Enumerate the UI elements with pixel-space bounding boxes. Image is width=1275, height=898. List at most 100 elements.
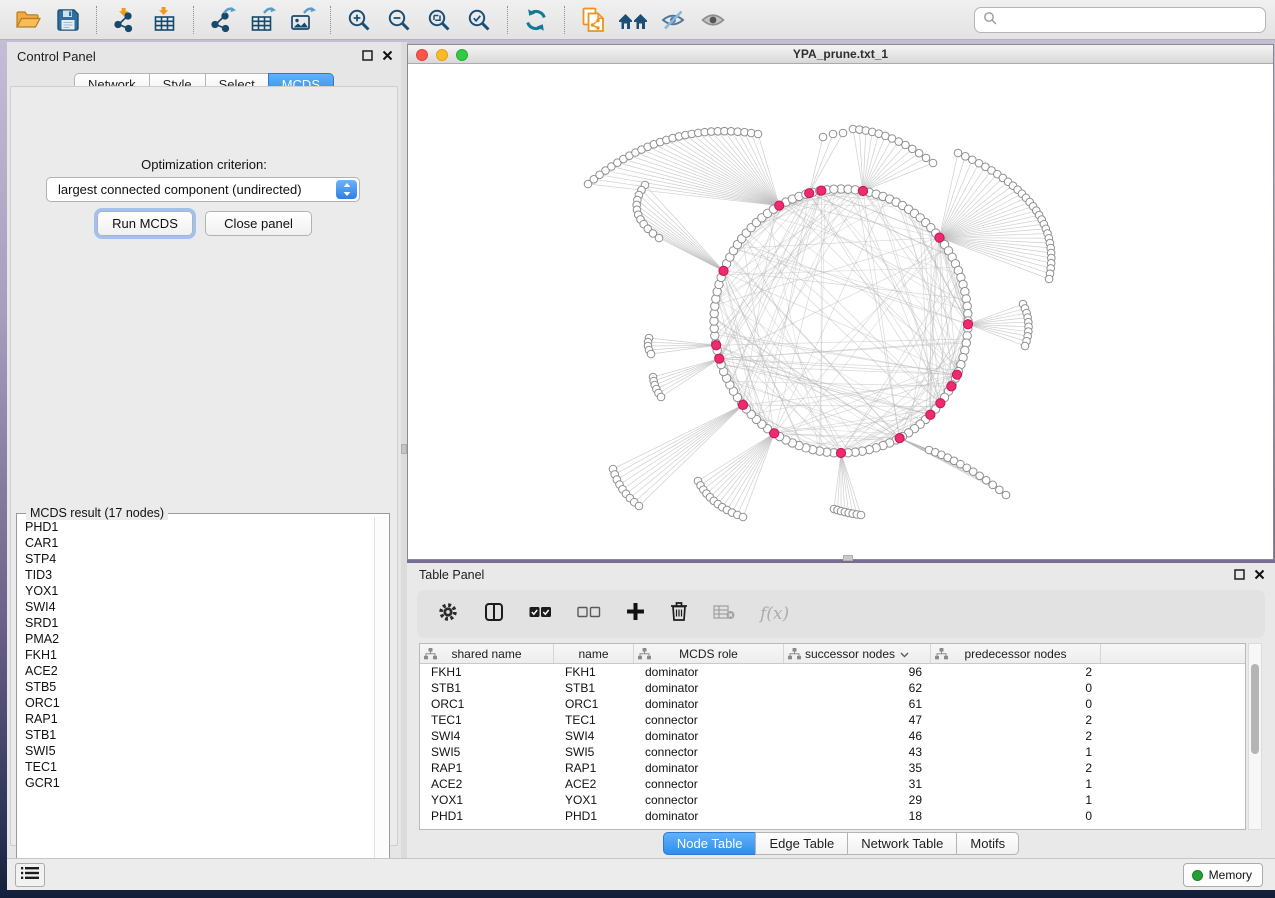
zoom-out-icon[interactable]	[382, 3, 416, 37]
mcds-result-item[interactable]: SWI4	[18, 599, 373, 615]
table-row[interactable]: PHD1PHD1dominator180	[420, 808, 1245, 824]
cell-shared_name: YOX1	[420, 792, 554, 808]
tab-edge-table[interactable]: Edge Table	[755, 832, 848, 855]
table-row[interactable]: STB1STB1dominator620	[420, 680, 1245, 696]
open-folder-icon[interactable]	[11, 3, 45, 37]
add-column-icon[interactable]	[626, 602, 645, 626]
mcds-result-item[interactable]: GCR1	[18, 775, 373, 791]
mcds-result-item[interactable]: TID3	[18, 567, 373, 583]
close-table-panel-icon[interactable]	[1254, 567, 1265, 585]
tab-motifs[interactable]: Motifs	[956, 832, 1019, 855]
select-all-icon[interactable]	[529, 605, 552, 624]
zoom-fit-icon[interactable]	[422, 3, 456, 37]
tab-node-table[interactable]: Node Table	[663, 832, 757, 855]
export-network-icon[interactable]	[205, 3, 239, 37]
mcds-result-item[interactable]: SRD1	[18, 615, 373, 631]
close-panel-button[interactable]: Close panel	[205, 211, 312, 236]
table-row[interactable]: YOX1YOX1connector291	[420, 792, 1245, 808]
cell-shared_name: PHD1	[420, 808, 554, 824]
mcds-result-item[interactable]: ORC1	[18, 695, 373, 711]
table-toolbar: f(x)	[417, 590, 1265, 638]
table-scrollbar[interactable]	[1248, 643, 1262, 830]
cell-mcds_role: connector	[634, 792, 784, 808]
cell-predecessor_nodes: 1	[931, 776, 1101, 792]
mcds-result-item[interactable]: FKH1	[18, 647, 373, 663]
cell-successor_nodes: 31	[784, 776, 931, 792]
cell-successor_nodes: 43	[784, 744, 931, 760]
criterion-select[interactable]: largest connected component (undirected)	[46, 177, 360, 202]
import-network-icon[interactable]	[108, 3, 142, 37]
table-scrollbar-thumb[interactable]	[1251, 664, 1259, 754]
deselect-all-icon[interactable]	[577, 605, 601, 624]
import-table-icon[interactable]	[148, 3, 182, 37]
table-row[interactable]: ACE2ACE2connector311	[420, 776, 1245, 792]
show-all-icon[interactable]	[696, 3, 730, 37]
table-row[interactable]: ORC1ORC1dominator610	[420, 696, 1245, 712]
task-history-button[interactable]	[15, 863, 45, 887]
cell-name: FKH1	[554, 664, 634, 680]
table-row[interactable]: SWI4SWI4dominator462	[420, 728, 1245, 744]
mcds-result-title: MCDS result (17 nodes)	[26, 506, 168, 520]
mcds-result-item[interactable]: YOX1	[18, 583, 373, 599]
function-builder-icon: f(x)	[760, 604, 789, 624]
select-stepper-icon	[336, 180, 357, 199]
mcds-result-item[interactable]: STB1	[18, 727, 373, 743]
mcds-result-item[interactable]: STP4	[18, 551, 373, 567]
column-header-name[interactable]: name	[554, 644, 634, 663]
column-header-mcds_role[interactable]: MCDS role	[634, 644, 784, 663]
mcds-tab-panel: Optimization criterion: largest connecte…	[10, 86, 398, 846]
mcds-result-item[interactable]: PMA2	[18, 631, 373, 647]
toolbar-separator	[564, 6, 565, 34]
zoom-selected-icon[interactable]	[462, 3, 496, 37]
column-header-shared_name[interactable]: shared name	[420, 644, 554, 663]
table-settings-gear-icon[interactable]	[437, 601, 459, 628]
float-table-panel-icon[interactable]	[1234, 567, 1245, 585]
toolbar-separator	[96, 6, 97, 34]
first-neighbors-icon[interactable]	[616, 3, 650, 37]
mcds-result-item[interactable]: RAP1	[18, 711, 373, 727]
network-graph[interactable]	[408, 64, 1273, 559]
cell-shared_name: FKH1	[420, 664, 554, 680]
mcds-list-scrollbar[interactable]	[374, 517, 388, 883]
network-table-splitter[interactable]	[843, 555, 853, 561]
zoom-in-icon[interactable]	[342, 3, 376, 37]
table-row[interactable]: SWI5SWI5connector431	[420, 744, 1245, 760]
show-columns-icon[interactable]	[484, 602, 504, 627]
table-row[interactable]: FKH1FKH1dominator962	[420, 664, 1245, 680]
mcds-result-item[interactable]: STB5	[18, 679, 373, 695]
mcds-result-item[interactable]: TEC1	[18, 759, 373, 775]
refresh-icon[interactable]	[519, 3, 553, 37]
column-header-successor_nodes[interactable]: successor nodes	[784, 644, 931, 663]
duplicate-network-icon[interactable]	[576, 3, 610, 37]
node-table: shared namenameMCDS rolesuccessor nodesp…	[419, 643, 1246, 830]
table-row[interactable]: RAP1RAP1dominator352	[420, 760, 1245, 776]
main-toolbar	[0, 0, 1275, 40]
export-image-icon[interactable]	[285, 3, 319, 37]
cell-name: ACE2	[554, 776, 634, 792]
mcds-result-item[interactable]: ACE2	[18, 663, 373, 679]
mcds-result-item[interactable]: PHD1	[18, 519, 373, 535]
network-window-titlebar[interactable]: YPA_prune.txt_1	[408, 45, 1273, 64]
cell-name: STB1	[554, 680, 634, 696]
close-panel-icon[interactable]	[382, 48, 393, 66]
tab-network-table[interactable]: Network Table	[847, 832, 957, 855]
cell-successor_nodes: 62	[784, 680, 931, 696]
network-canvas[interactable]	[408, 64, 1273, 559]
hide-selected-icon[interactable]	[656, 3, 690, 37]
table-row[interactable]: TEC1TEC1connector472	[420, 712, 1245, 728]
cell-predecessor_nodes: 2	[931, 664, 1101, 680]
float-panel-icon[interactable]	[362, 48, 373, 66]
cell-mcds_role: connector	[634, 712, 784, 728]
delete-column-icon[interactable]	[670, 601, 688, 627]
mcds-result-item[interactable]: SWI5	[18, 743, 373, 759]
search-box[interactable]	[974, 7, 1266, 33]
status-bar: Memory	[7, 858, 1275, 890]
search-input[interactable]	[1003, 13, 1265, 28]
column-header-predecessor_nodes[interactable]: predecessor nodes	[931, 644, 1101, 663]
memory-button[interactable]: Memory	[1183, 863, 1263, 887]
run-mcds-button[interactable]: Run MCDS	[97, 211, 193, 236]
export-table-icon[interactable]	[245, 3, 279, 37]
search-icon	[983, 11, 997, 30]
mcds-result-item[interactable]: CAR1	[18, 535, 373, 551]
save-icon[interactable]	[51, 3, 85, 37]
